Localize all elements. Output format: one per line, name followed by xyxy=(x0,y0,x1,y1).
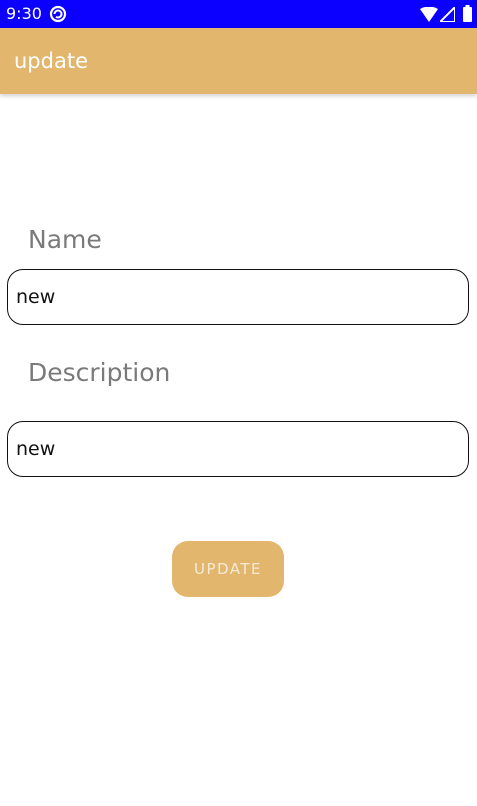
status-bar: 9:30 xyxy=(0,0,477,28)
description-label: Description xyxy=(28,358,171,387)
signal-icon xyxy=(440,7,455,22)
sync-icon xyxy=(49,5,67,23)
name-input[interactable] xyxy=(7,269,469,325)
update-button[interactable]: UPDATE xyxy=(172,541,284,597)
wifi-icon xyxy=(420,7,438,22)
description-input[interactable] xyxy=(7,421,469,477)
battery-icon xyxy=(463,5,472,22)
app-bar-title: update xyxy=(14,49,88,73)
name-label: Name xyxy=(28,225,102,254)
status-time: 9:30 xyxy=(6,4,42,23)
app-bar: update xyxy=(0,28,477,94)
